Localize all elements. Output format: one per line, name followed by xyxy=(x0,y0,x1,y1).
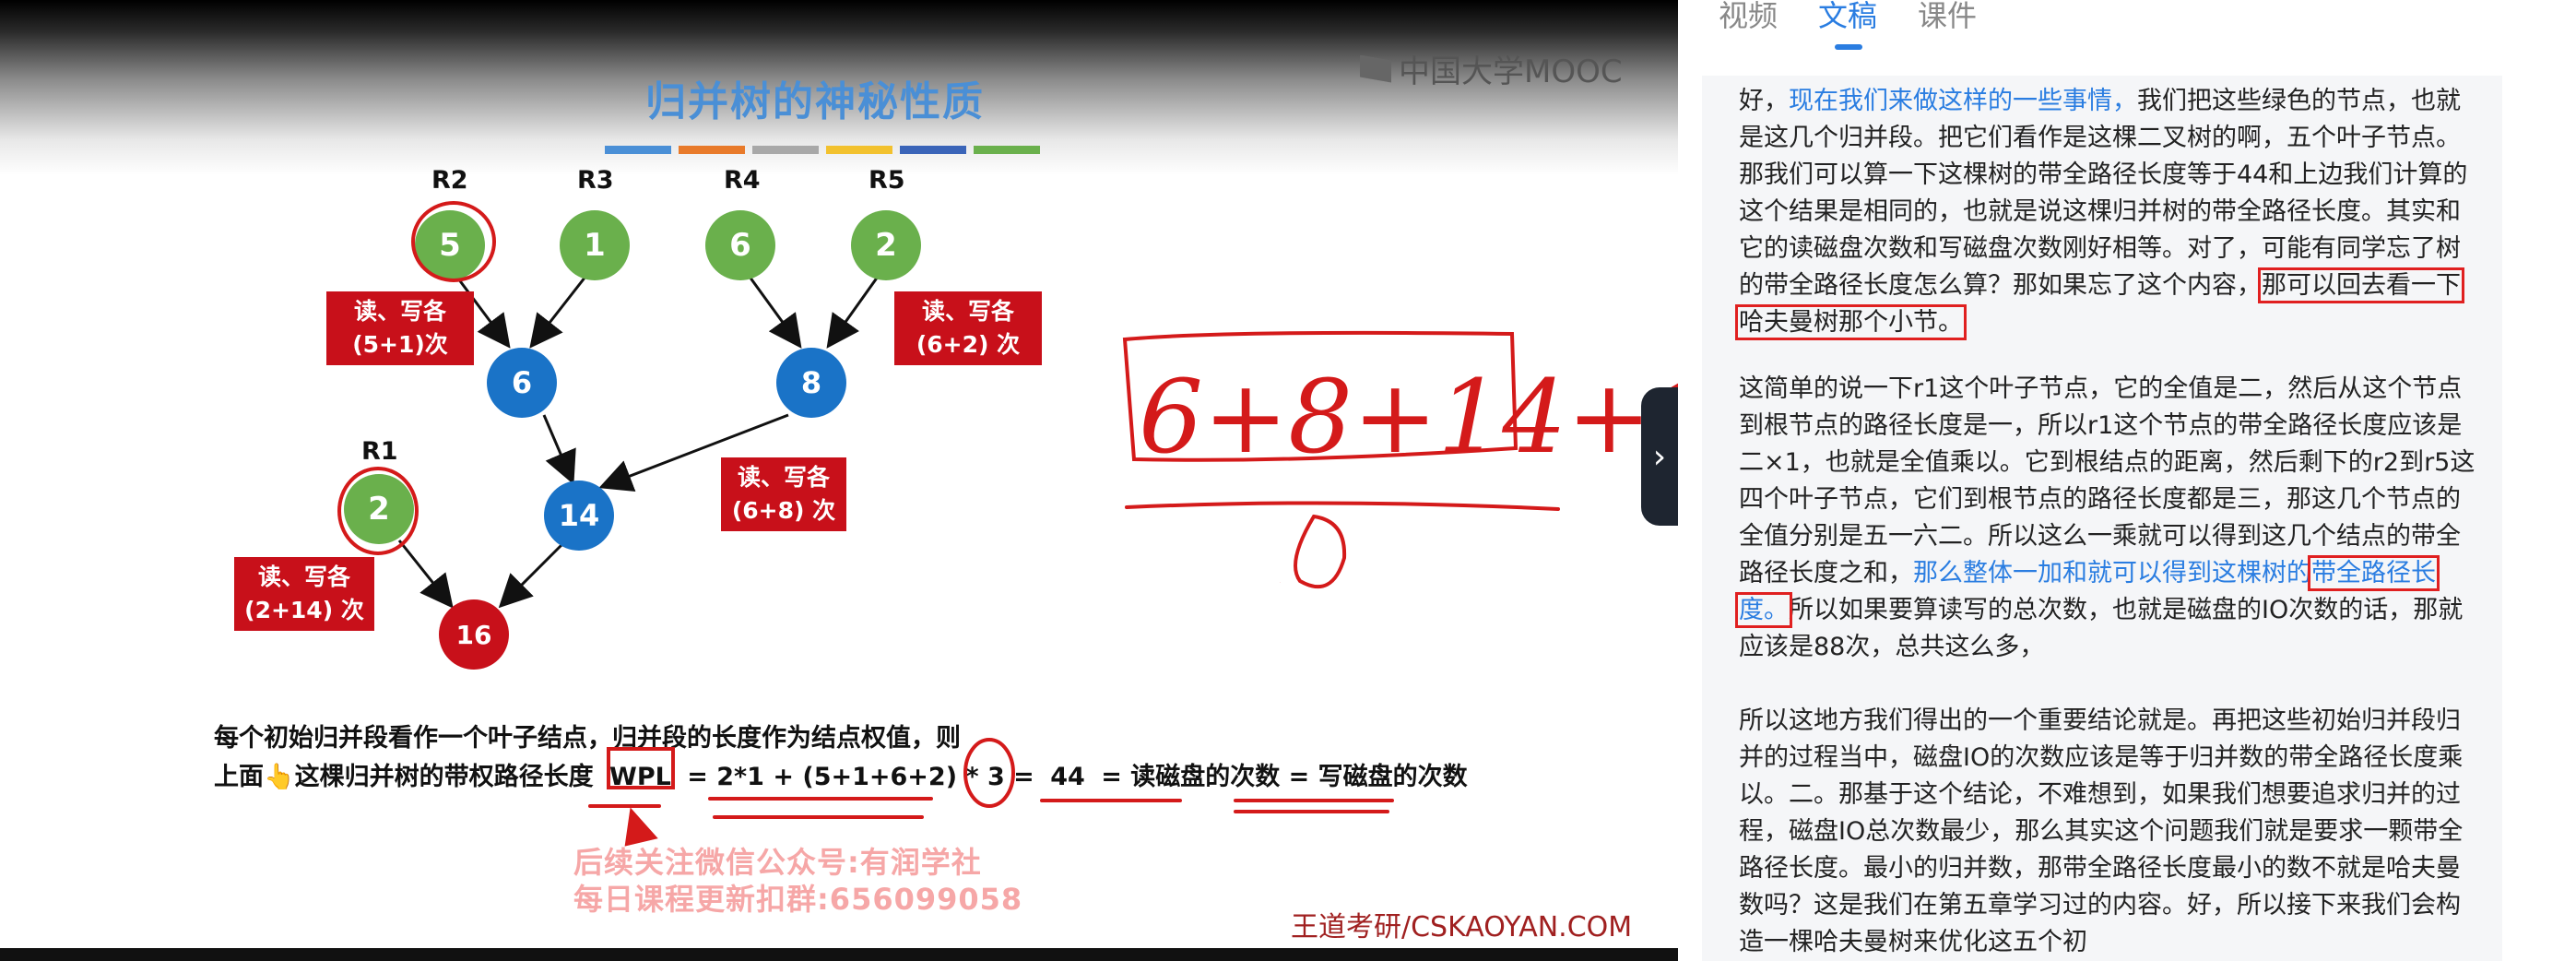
video-player[interactable]: 中国大学MOOC 归并树的神秘性质 R2 R3 R4 R5 R1 5 1 6 2… xyxy=(0,0,1678,961)
p1-a: 好， xyxy=(1739,87,1789,115)
p2-d: 所以如果要算读写的总次数，也就是磁盘的IO次数的话，那就应该是88次，总共这么多… xyxy=(1739,596,2464,661)
hand-annotations: 6+8+14+16 =44 0 xyxy=(337,201,1678,847)
transcript-paragraph-1: 好，现在我们来做这样的一些事情，我们把这些绿色的节点，也就是这几个归并段。把它们… xyxy=(1735,83,2476,341)
handwritten-zero: 0 xyxy=(1280,582,1281,584)
annotation-circle-44 xyxy=(963,738,1015,808)
expand-panel-button[interactable]: › xyxy=(1641,387,1678,526)
tab-courseware[interactable]: 课件 xyxy=(1918,0,1977,44)
transcript-paragraph-3: 所以这地方我们得出的一个重要结论就是。再把这些初始归并段归并的过程当中，磁盘IO… xyxy=(1739,706,2464,956)
p2-highlight[interactable]: 那么整体一加和就可以得到这棵树的 xyxy=(1913,559,2311,587)
handwritten-sum: 6+8+14+16 =44 xyxy=(1139,358,1678,476)
panel-tabs: 视频 文稿 课件 xyxy=(1719,0,1977,50)
tab-video[interactable]: 视频 xyxy=(1719,0,1778,44)
video-progress-track[interactable] xyxy=(0,948,1678,961)
tab-transcript[interactable]: 文稿 xyxy=(1818,0,1877,50)
p2-a: 这简单的说一下r1这个叶子节点，它的全值是二，然后从这个节点到根节点的路径长度是… xyxy=(1739,374,2476,587)
transcript-text[interactable]: 好，现在我们来做这样的一些事情，我们把这些绿色的节点，也就是这几个归并段。把它们… xyxy=(1702,76,2502,961)
transcript-paragraph-2: 这简单的说一下r1这个叶子节点，它的全值是二，然后从这个节点到根节点的路径长度是… xyxy=(1735,371,2476,666)
p1-highlight[interactable]: 现在我们来做这样的一些事情， xyxy=(1789,87,2137,115)
annotation-circle-r1 xyxy=(337,467,419,555)
lecture-slide: 中国大学MOOC 归并树的神秘性质 R2 R3 R4 R5 R1 5 1 6 2… xyxy=(0,0,1678,961)
chevron-right-icon: › xyxy=(1652,437,1667,476)
p1-c: 我们把这些绿色的节点，也就是这几个归并段。把它们看作是这棵二叉树的啊，五个叶子节… xyxy=(1739,87,2468,300)
annotation-circle-r2 xyxy=(411,201,496,282)
annotation-box-wpl xyxy=(607,747,675,789)
transcript-panel: 视频 文稿 课件 好，现在我们来做这样的一些事情，我们把这些绿色的节点，也就是这… xyxy=(1678,0,2576,961)
